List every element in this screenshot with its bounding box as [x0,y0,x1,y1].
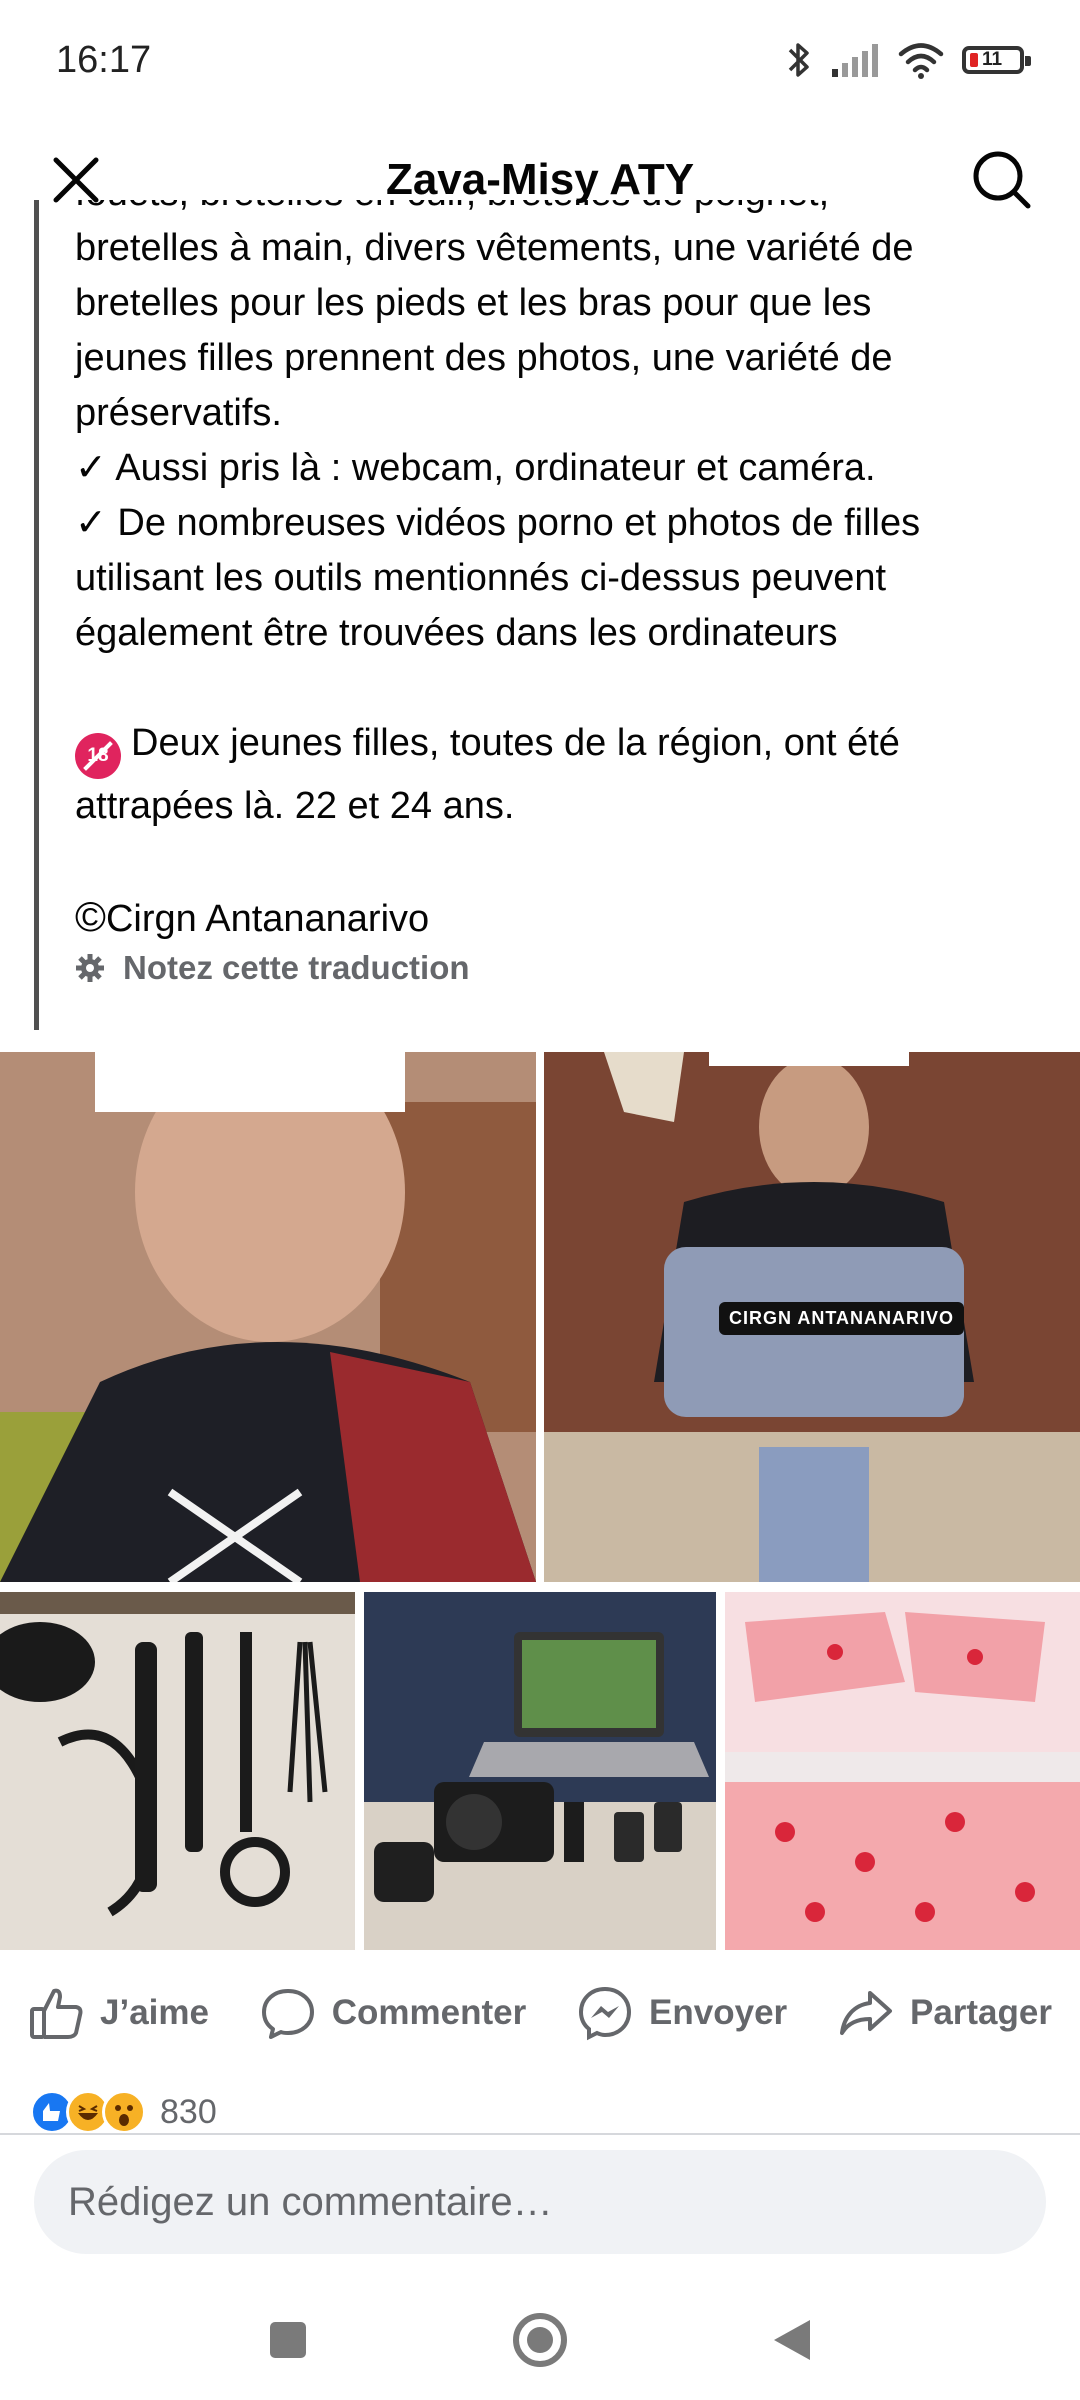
battery-level: 11 [982,49,1003,70]
post-source: Cirgn Antananarivo [105,898,430,940]
post-photo[interactable] [725,1592,1080,1950]
post-text: fouets, bretelles en cuir, bretelles de … [34,200,1034,1030]
post-text-line: préservatifs. [75,392,282,434]
post-photo[interactable] [0,1052,536,1582]
send-button[interactable]: Envoyer [577,1985,787,2041]
photo-5-image [725,1592,1080,1950]
recent-apps-button[interactable] [266,2318,310,2362]
comment-label: Commenter [331,1993,527,2032]
copyright-icon: © [75,893,106,940]
post-actions: J’aime Commenter Envoyer Partager [0,1958,1080,2068]
post-source-line: ©Cirgn Antananarivo [75,889,1034,947]
post-text-line: ✓ Aussi pris là : webcam, ordinateur et … [75,447,876,489]
post-text-line: jeunes filles prennent des photos, une v… [75,337,893,379]
post-text-line: bretelles à main, divers vêtements, une … [75,227,914,269]
like-button[interactable]: J’aime [28,1985,209,2041]
post-photo[interactable]: CIRGN ANTANANARIVO [544,1052,1080,1582]
post-text-line: attrapées là. 22 et 24 ans. [75,785,515,827]
post-text-line: ✓ De nombreuses vidéos porno et photos d… [75,502,921,544]
home-button[interactable] [510,2310,570,2370]
page-title: Zava-Misy ATY [385,155,695,204]
status-time: 16:17 [56,38,152,81]
messenger-icon [579,1986,632,2041]
wifi-icon [898,43,944,79]
photo-3-image [0,1592,355,1950]
rate-translation-link[interactable]: Notez cette traduction [75,949,1034,987]
reaction-count: 830 [160,2092,217,2131]
post-text-line: 18 Deux jeunes filles, toutes de la régio… [75,716,1034,779]
no-under-18-icon: 18 [75,733,121,779]
status-icons: 11 [786,40,1031,80]
post-note-text: Deux jeunes filles, toutes de la région,… [131,722,900,764]
share-button[interactable]: Partager [838,1985,1052,2041]
post-text-line: également être trouvées dans les ordinat… [75,612,838,654]
send-label: Envoyer [649,1993,788,2032]
post-text-line: bretelles pour les pieds et les bras pou… [75,282,872,324]
post-text-line: fouets, bretelles en cuir, bretelles de … [75,200,1034,221]
comment-input[interactable]: Rédigez un commentaire… [34,2150,1046,2254]
like-label: J’aime [100,1993,209,2032]
back-button[interactable] [770,2316,814,2364]
comment-button[interactable]: Commenter [260,1985,526,2041]
photo-grid: CIRGN ANTANANARIVO [0,1052,1080,1952]
comment-icon [261,1989,314,2039]
photo-1-image [0,1052,536,1582]
signal-icon [832,44,878,77]
battery-icon: 11 [962,46,1031,74]
system-nav-bar [0,2280,1080,2400]
photo-watermark: CIRGN ANTANANARIVO [719,1302,964,1335]
comment-placeholder: Rédigez un commentaire… [68,2179,553,2224]
post-photo[interactable] [364,1592,716,1950]
post-text-line: utilisant les outils mentionnés ci-dessu… [75,557,887,599]
thumbs-up-icon [30,1988,83,2039]
share-icon [839,1991,892,2035]
bluetooth-icon [788,43,809,77]
status-bar: 16:17 11 [0,0,1080,120]
post-photo[interactable] [0,1592,355,1950]
wow-reaction-icon [102,2090,146,2134]
rate-translation-label: Notez cette traduction [123,949,470,986]
share-label: Partager [909,1993,1052,2032]
gear-icon [76,954,104,982]
divider [0,2133,1080,2135]
photo-4-image [364,1592,716,1950]
